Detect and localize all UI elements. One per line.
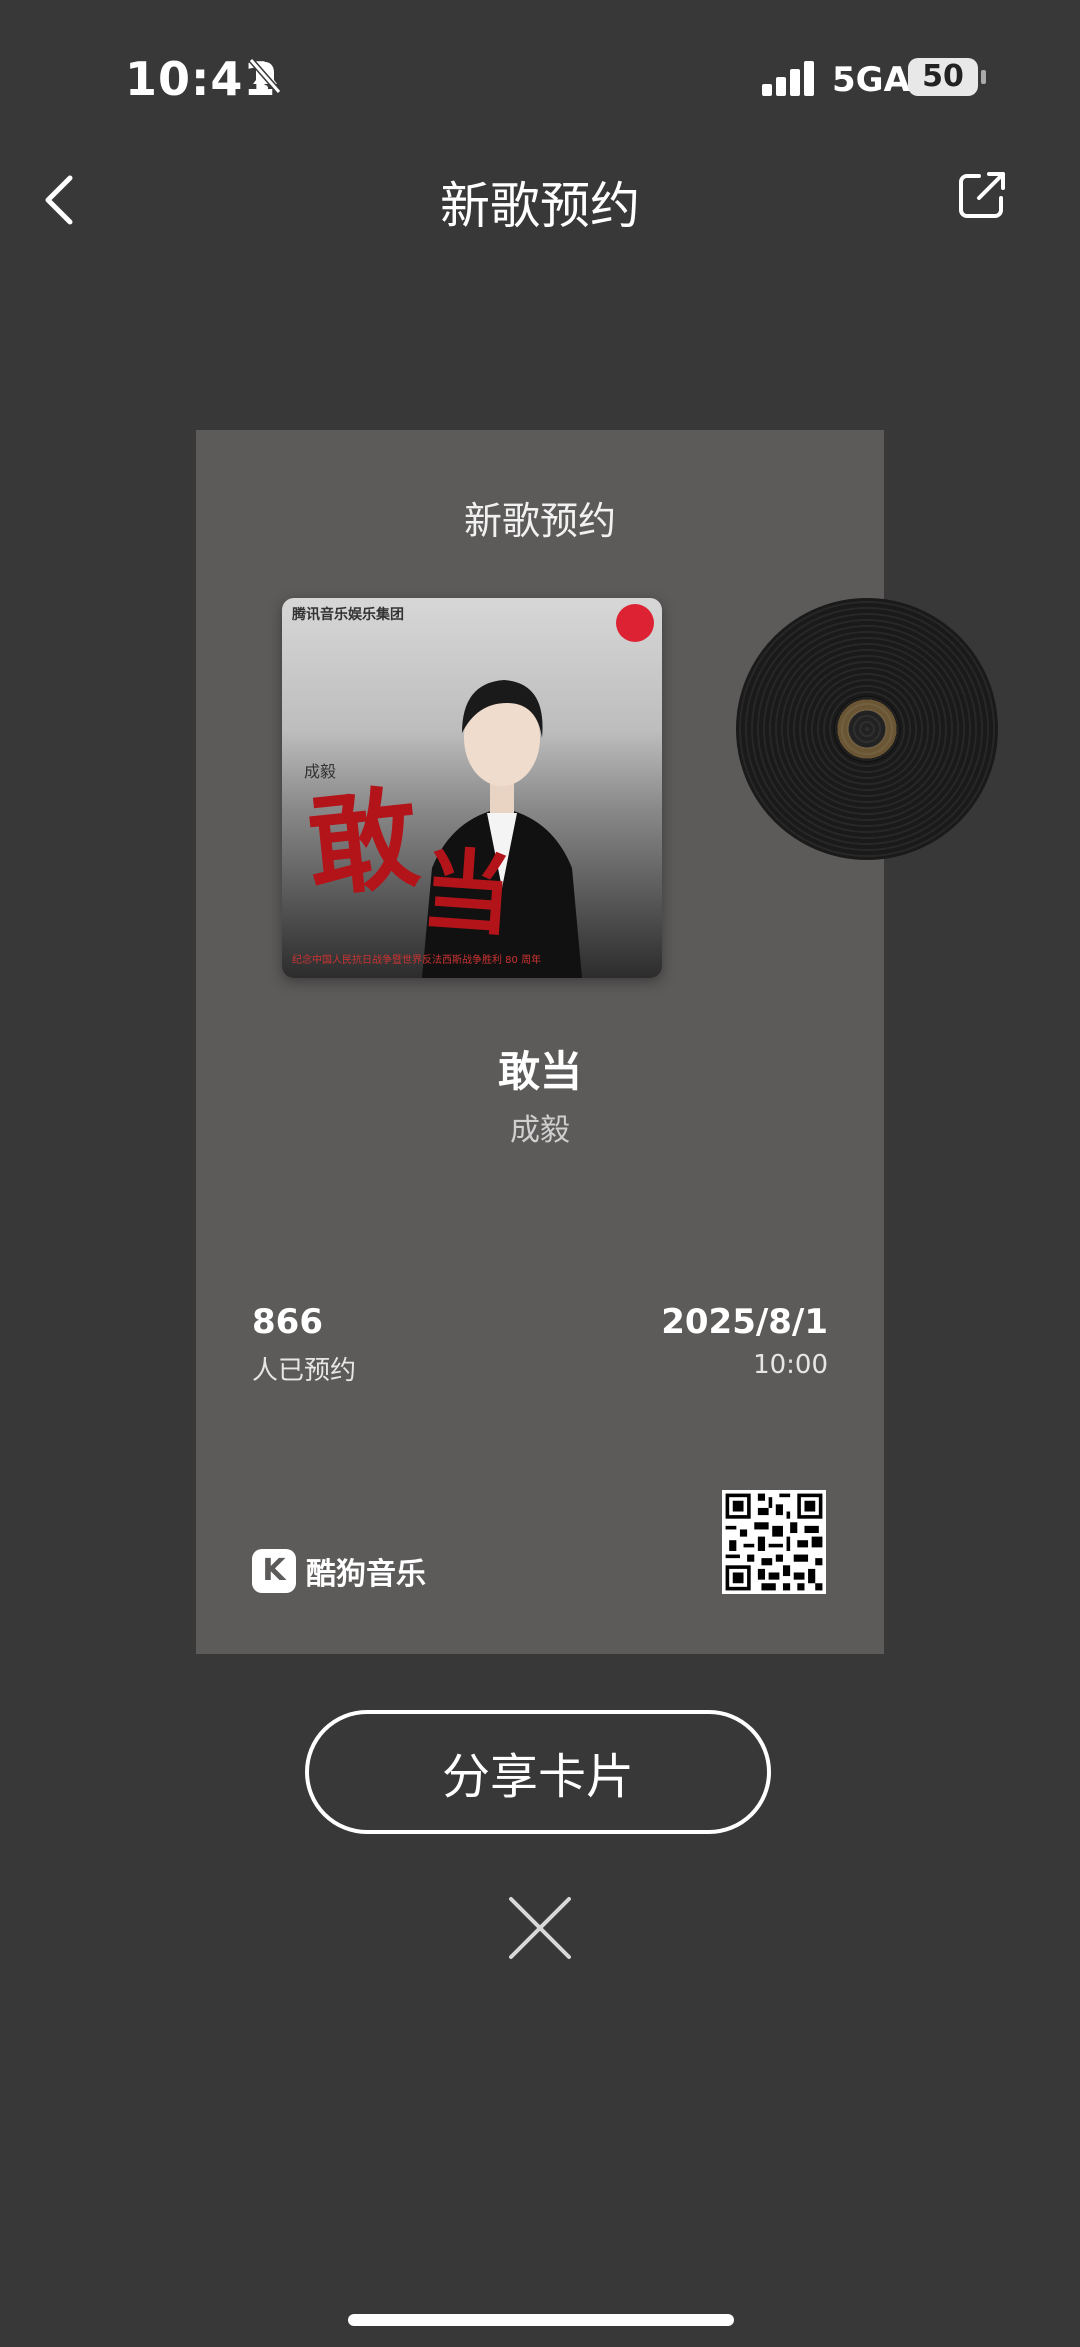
song-title: 敢当 bbox=[497, 1047, 582, 1096]
nav-bar: 新歌预约 bbox=[0, 150, 1080, 250]
cover-footer: 纪念中国人民抗日战争暨世界反法西斯战争胜利 80 周年 bbox=[292, 955, 542, 966]
reservation-label: 人已预约 bbox=[252, 1356, 357, 1386]
share-external-icon[interactable] bbox=[955, 168, 1009, 222]
card-title: 新歌预约 bbox=[463, 499, 616, 543]
song-artist: 成毅 bbox=[510, 1113, 570, 1148]
network-type: 5GA bbox=[832, 60, 910, 100]
page-title: 新歌预约 bbox=[440, 177, 640, 235]
cover-publisher: 腾讯音乐娱乐集团 bbox=[292, 607, 404, 623]
qr-code bbox=[722, 1490, 826, 1594]
release-date: 2025/8/1 bbox=[661, 1302, 828, 1342]
brand: K 酷狗音乐 bbox=[252, 1548, 426, 1594]
kugou-logo-icon: K bbox=[252, 1549, 296, 1593]
bell-slash-icon bbox=[248, 58, 282, 94]
battery-level: 50 bbox=[908, 58, 978, 96]
vinyl-record bbox=[736, 598, 998, 860]
close-icon[interactable] bbox=[505, 1893, 575, 1963]
home-indicator[interactable] bbox=[348, 2314, 734, 2326]
album-cover: 腾讯音乐娱乐集团 成毅 敢 当 纪念中国人民抗日战争暨世界反法西斯战争胜利 80… bbox=[282, 598, 662, 978]
cover-title-char-2: 当 bbox=[418, 836, 516, 950]
cover-artist: 成毅 bbox=[304, 762, 337, 781]
release-time: 10:00 bbox=[753, 1350, 828, 1380]
cover-title-char-1: 敢 bbox=[301, 772, 425, 913]
reservation-card: 新歌预约 腾讯音乐娱乐集团 成毅 敢 当 纪念中国人民抗日战争暨世界反法西斯战争… bbox=[196, 430, 998, 1654]
status-bar: 10:41 5GA 50 bbox=[0, 0, 1080, 150]
cover-badge bbox=[616, 604, 654, 642]
brand-name: 酷狗音乐 bbox=[306, 1557, 426, 1592]
signal-icon bbox=[762, 61, 814, 96]
share-card-button[interactable]: 分享卡片 bbox=[305, 1710, 771, 1834]
battery-tip bbox=[981, 70, 986, 84]
reservation-count: 866 bbox=[252, 1302, 323, 1342]
